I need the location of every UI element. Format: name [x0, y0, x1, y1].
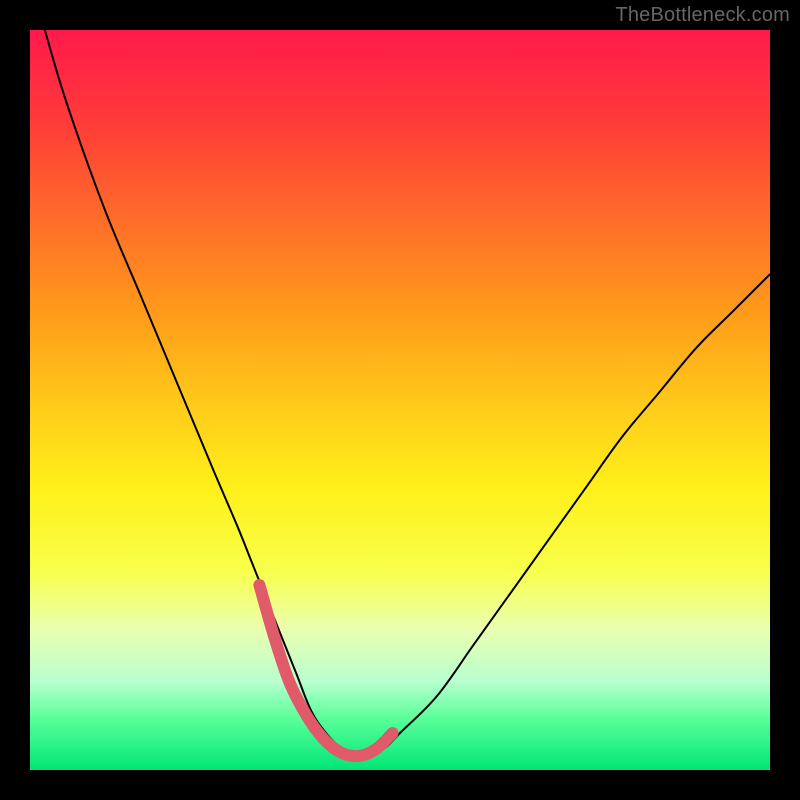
- plot-svg: [30, 30, 770, 770]
- plot-area: [30, 30, 770, 770]
- series-highlight: [259, 585, 392, 756]
- chart-stage: TheBottleneck.com: [0, 0, 800, 800]
- series-curve: [45, 30, 770, 756]
- watermark-text: TheBottleneck.com: [615, 4, 790, 27]
